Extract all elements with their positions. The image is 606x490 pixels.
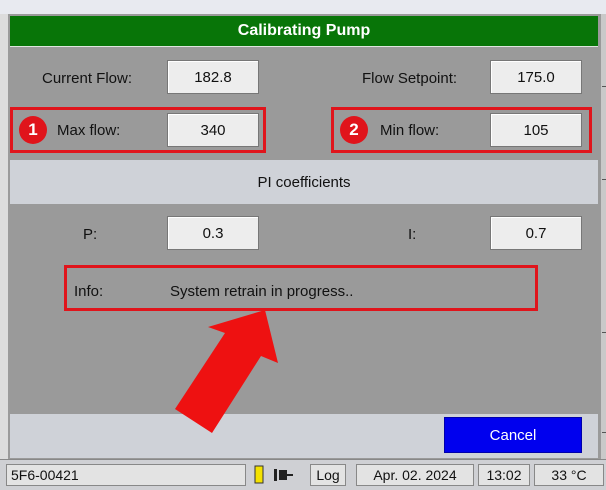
flow-setpoint-field: 175.0	[490, 60, 582, 94]
flow-setpoint-label: Flow Setpoint:	[362, 70, 458, 87]
current-flow-field: 182.8	[167, 60, 259, 94]
edge-tick	[602, 86, 606, 87]
p-coefficient-label: P:	[83, 226, 98, 243]
desktop-top-strip	[0, 0, 606, 14]
status-date: Apr. 02. 2024	[356, 464, 474, 486]
status-time: 13:02	[478, 464, 530, 486]
info-message: System retrain in progress..	[170, 283, 354, 300]
callout-badge-1: 1	[19, 116, 47, 144]
p-coefficient-input[interactable]: 0.3	[167, 216, 259, 250]
min-flow-input[interactable]: 105	[490, 113, 582, 147]
min-flow-label: Min flow:	[380, 122, 440, 139]
log-button[interactable]: Log	[310, 464, 346, 486]
device-id: 5F6-00421	[6, 464, 246, 486]
battery-icon	[254, 465, 264, 484]
dialog-title: Calibrating Pump	[10, 16, 598, 47]
plug-icon	[274, 469, 293, 481]
max-flow-label: Max flow:	[57, 122, 121, 139]
background-window-edge	[600, 14, 606, 459]
status-bar: 5F6-00421 Log Apr. 02. 2024 13:02 33 °C	[0, 459, 606, 490]
i-coefficient-input[interactable]: 0.7	[490, 216, 582, 250]
edge-tick	[602, 179, 606, 180]
current-flow-label: Current Flow:	[42, 70, 133, 87]
callout-badge-2: 2	[340, 116, 368, 144]
calibration-dialog: Calibrating Pump Current Flow: 182.8 Flo…	[8, 14, 600, 459]
info-label: Info:	[74, 283, 104, 300]
edge-tick	[602, 332, 606, 333]
callout-arrow-icon	[175, 310, 278, 433]
status-temperature: 33 °C	[534, 464, 604, 486]
edge-tick	[602, 432, 606, 433]
cancel-button[interactable]: Cancel	[444, 417, 582, 453]
i-coefficient-label: I:	[408, 226, 417, 243]
pi-coefficients-header: PI coefficients	[10, 160, 598, 204]
max-flow-input[interactable]: 340	[167, 113, 259, 147]
